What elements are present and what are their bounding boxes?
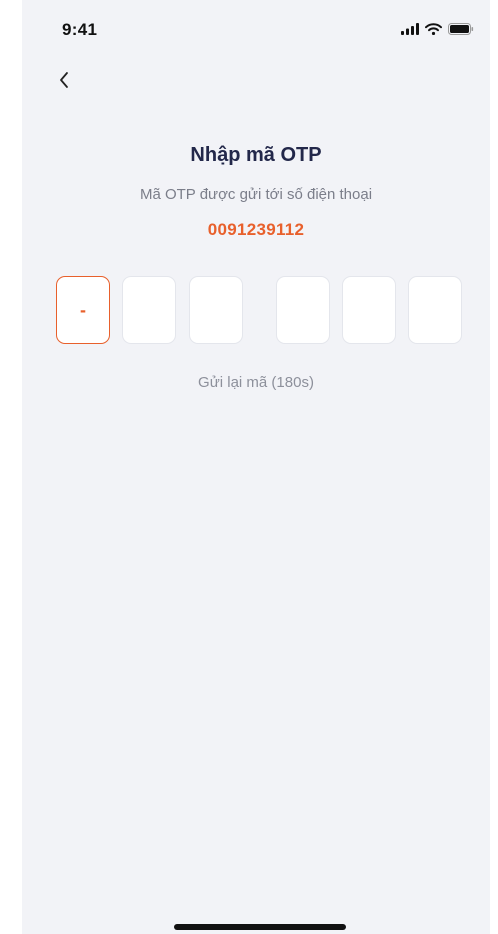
otp-digit-1[interactable]: - bbox=[56, 276, 110, 344]
otp-digit-6[interactable] bbox=[408, 276, 462, 344]
status-icons bbox=[401, 22, 474, 40]
signal-icon bbox=[401, 22, 419, 40]
otp-input-group: - bbox=[22, 276, 490, 346]
otp-subtitle: Mã OTP được gửi tới số điện thoại bbox=[139, 186, 373, 203]
phone-screen: 9:41 Nhập mã OTP Mã OTP được gửi tới số … bbox=[22, 0, 490, 934]
otp-digit-5[interactable] bbox=[342, 276, 396, 344]
wifi-icon bbox=[425, 22, 442, 40]
page-title: Nhập mã OTP bbox=[190, 144, 322, 166]
chevron-left-icon bbox=[58, 71, 70, 94]
home-indicator bbox=[174, 924, 346, 930]
battery-icon bbox=[448, 22, 474, 40]
otp-digit-3[interactable] bbox=[189, 276, 243, 344]
otp-digit-4[interactable] bbox=[276, 276, 330, 344]
resend-code-link[interactable]: Gửi lại mã (180s) bbox=[22, 374, 490, 391]
phone-number: 0091239112 bbox=[207, 220, 305, 239]
back-button[interactable] bbox=[50, 66, 78, 98]
status-bar: 9:41 bbox=[22, 0, 490, 56]
otp-digit-2[interactable] bbox=[122, 276, 176, 344]
status-time: 9:41 bbox=[62, 20, 98, 39]
